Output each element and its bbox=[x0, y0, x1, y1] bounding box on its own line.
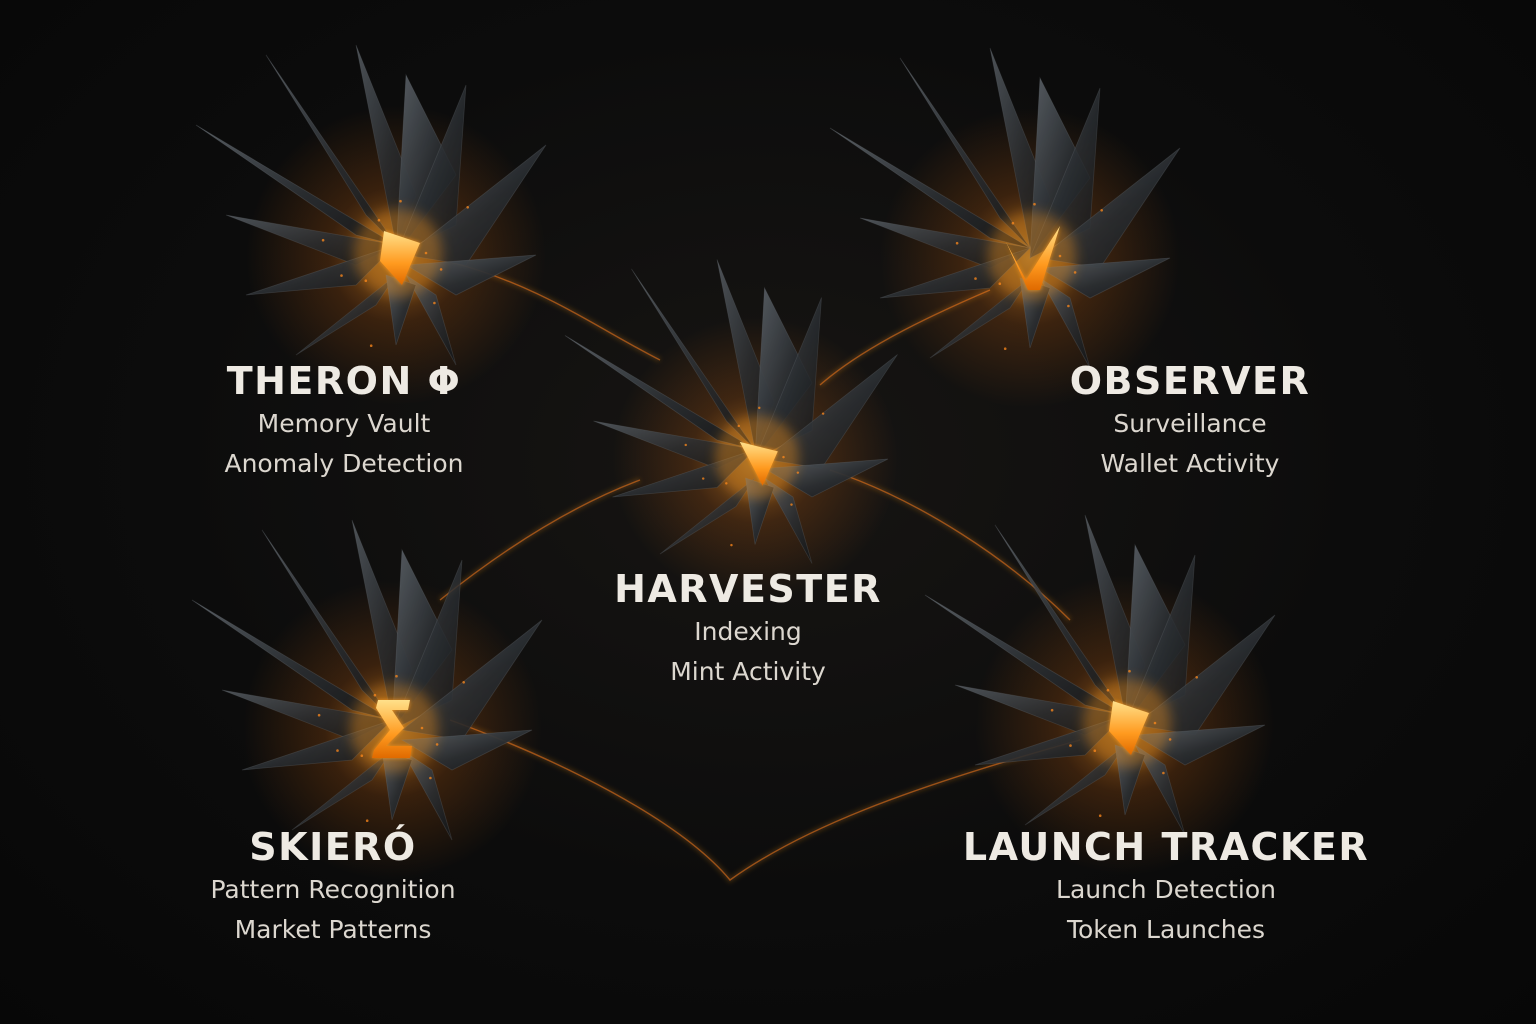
ember-particle bbox=[1195, 676, 1198, 679]
agent-name: SKIERÓ bbox=[249, 825, 417, 869]
ember-particle bbox=[424, 251, 428, 255]
ember-particle bbox=[433, 301, 436, 305]
crystal-node-observer bbox=[829, 47, 1181, 408]
connection-glow-harvester-skiero bbox=[438, 477, 641, 602]
crystal-node-theron bbox=[195, 44, 547, 405]
ember-particle bbox=[1033, 202, 1036, 206]
ember-particle bbox=[1093, 749, 1097, 752]
ember-particle bbox=[1073, 271, 1077, 274]
ember-particle bbox=[340, 274, 343, 277]
agent-name: THERON Φ bbox=[226, 359, 462, 403]
ember-particle bbox=[395, 674, 398, 678]
ember-particle bbox=[1098, 814, 1102, 817]
ember-particle bbox=[790, 503, 793, 506]
ember-particle bbox=[420, 726, 424, 730]
ember-particle bbox=[365, 819, 369, 822]
ember-particle bbox=[730, 543, 733, 547]
ember-particle bbox=[1058, 254, 1062, 258]
agent-label-launch-tracker: LAUNCH TRACKER Launch Detection Token La… bbox=[963, 824, 1369, 950]
ember-particle bbox=[796, 471, 800, 474]
ember-particle bbox=[737, 424, 740, 428]
ember-particle bbox=[399, 199, 402, 203]
ember-particle bbox=[1162, 771, 1165, 775]
ember-particle bbox=[429, 776, 432, 780]
agent-focus: Anomaly Detection bbox=[224, 449, 464, 478]
ember-particle bbox=[821, 412, 825, 415]
ember-particle bbox=[1011, 221, 1015, 225]
ember-particle bbox=[369, 344, 373, 347]
ember-particle bbox=[466, 206, 469, 209]
agent-label-observer: OBSERVER Surveillance Wallet Activity bbox=[1070, 358, 1310, 484]
ember-particle bbox=[725, 482, 728, 485]
agent-role: Pattern Recognition bbox=[210, 875, 456, 904]
agent-label-theron: THERON Φ Memory Vault Anomaly Detection bbox=[224, 358, 463, 484]
ember-particle bbox=[360, 754, 364, 757]
ember-particle bbox=[321, 238, 325, 242]
ember-particle bbox=[439, 268, 443, 271]
ember-particle bbox=[462, 681, 465, 684]
ember-particle bbox=[955, 241, 959, 245]
agent-network-diagram: THERON Φ Memory Vault Anomaly Detection … bbox=[0, 0, 1536, 1024]
agent-focus: Market Patterns bbox=[234, 915, 432, 944]
ember-particle bbox=[1100, 209, 1103, 212]
ember-particle bbox=[364, 279, 368, 282]
ember-particle bbox=[701, 477, 705, 480]
ember-particle bbox=[1069, 744, 1072, 747]
agent-role: Indexing bbox=[694, 617, 802, 646]
ember-particle bbox=[1168, 738, 1172, 741]
agent-role: Memory Vault bbox=[257, 409, 431, 438]
agent-focus: Wallet Activity bbox=[1100, 449, 1280, 478]
ember-particle bbox=[1003, 347, 1007, 350]
ember-particle bbox=[998, 282, 1002, 285]
agent-label-harvester: HARVESTER Indexing Mint Activity bbox=[614, 566, 882, 692]
ember-particle bbox=[373, 693, 377, 697]
agent-focus: Token Launches bbox=[1066, 915, 1265, 944]
crystal-node-harvester bbox=[564, 259, 898, 602]
ember-particle bbox=[974, 277, 977, 280]
ember-particle bbox=[1128, 669, 1131, 673]
ember-particle bbox=[1067, 304, 1070, 308]
ember-particle bbox=[1106, 688, 1110, 692]
agent-role: Surveillance bbox=[1113, 409, 1267, 438]
ember-particle bbox=[1153, 721, 1157, 725]
agent-name: LAUNCH TRACKER bbox=[962, 825, 1370, 869]
ember-particle bbox=[758, 406, 761, 410]
agent-focus: Mint Activity bbox=[670, 657, 826, 686]
ember-particle bbox=[377, 218, 381, 222]
ember-particle bbox=[782, 455, 785, 459]
ember-particle bbox=[684, 443, 687, 447]
ember-particle bbox=[336, 749, 339, 752]
agent-label-skiero: SKIERÓ Pattern Recognition Market Patter… bbox=[210, 824, 455, 950]
ember-particle bbox=[317, 713, 321, 717]
agent-name: OBSERVER bbox=[1069, 359, 1311, 403]
ember-particle bbox=[435, 743, 439, 746]
connection-harvester-skiero bbox=[439, 479, 641, 601]
crystal-node-launch-tracker bbox=[924, 514, 1276, 875]
ember-particle bbox=[1050, 708, 1054, 712]
agent-name: HARVESTER bbox=[614, 567, 882, 611]
agent-role: Launch Detection bbox=[1056, 875, 1276, 904]
